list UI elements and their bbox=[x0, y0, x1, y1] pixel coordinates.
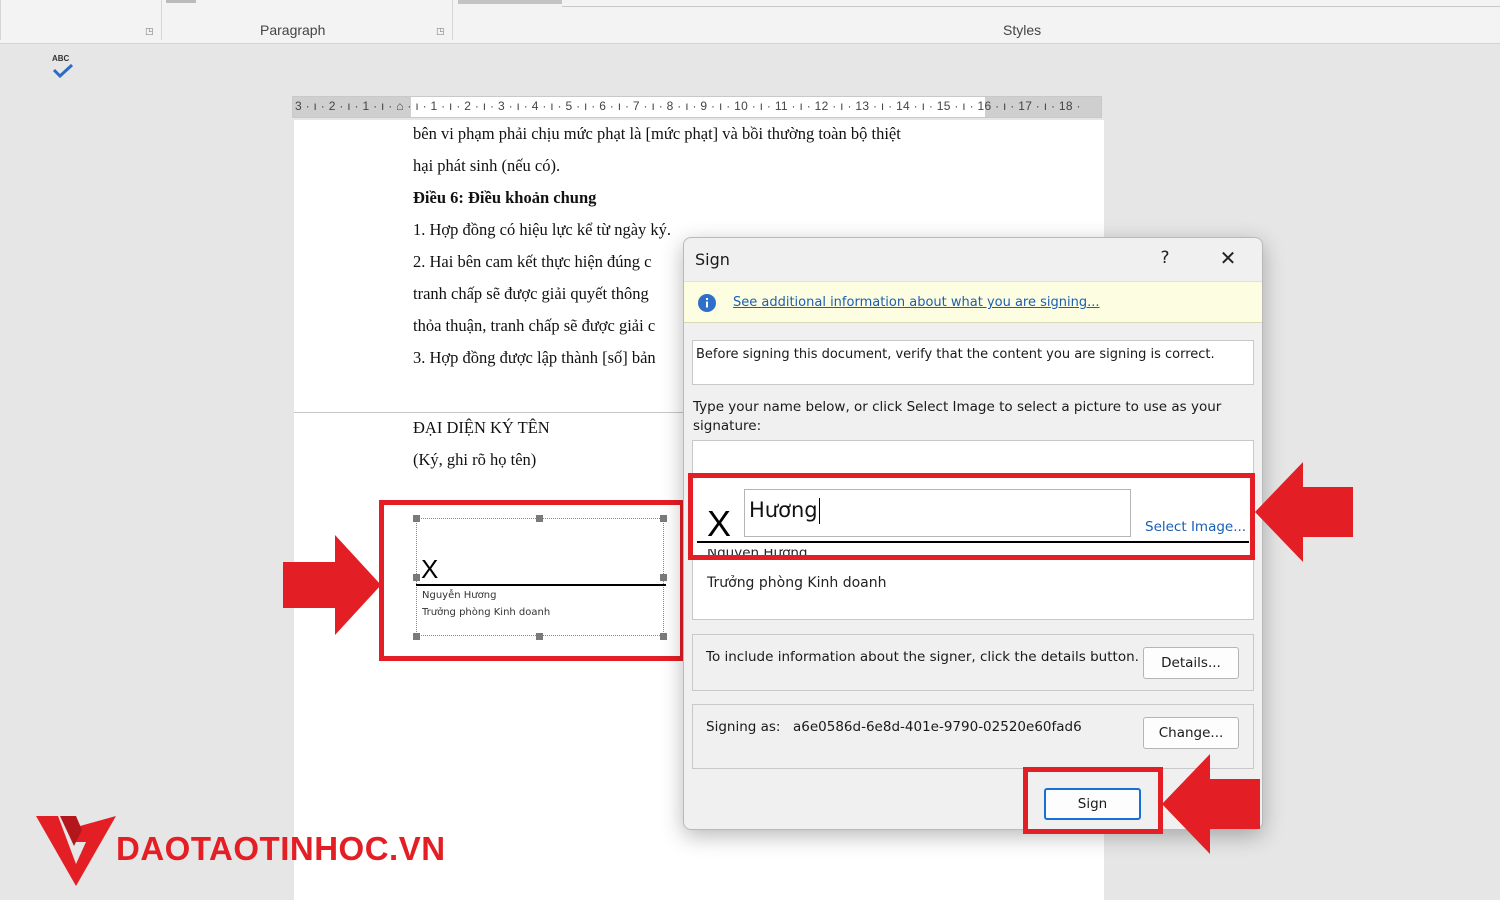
signing-as-id: a6e0586d-6e8d-401e-9790-02520e60fad6 bbox=[793, 719, 1082, 735]
highlight-box-sign-button bbox=[1023, 767, 1163, 834]
help-icon[interactable]: ? bbox=[1154, 248, 1176, 270]
styles-gallery-stub[interactable] bbox=[458, 0, 562, 4]
font-dialog-launcher-icon[interactable]: ◳ bbox=[145, 27, 154, 37]
representative-note: (Ký, ghi rõ họ tên) bbox=[413, 450, 537, 469]
signature-instructions: Type your name below, or click Select Im… bbox=[693, 399, 1222, 434]
ribbon-separator bbox=[0, 0, 1, 40]
paragraph-dialog-launcher-icon[interactable]: ◳ bbox=[436, 27, 445, 37]
spelling-abc-label: ABC bbox=[52, 54, 70, 63]
doc-line: 2. Hai bên cam kết thực hiện đúng c bbox=[413, 252, 652, 271]
info-icon bbox=[698, 294, 716, 312]
signer-details-group: To include information about the signer,… bbox=[692, 634, 1254, 691]
details-instructions: To include information about the signer,… bbox=[706, 649, 1139, 665]
styles-gallery-border bbox=[562, 6, 1500, 7]
doc-line: bên vi phạm phải chịu mức phạt là [mức p… bbox=[413, 124, 901, 143]
styles-group-label: Styles bbox=[1003, 22, 1042, 38]
logo-text: DAOTAOTINHOC.VN bbox=[116, 830, 446, 867]
doc-line: tranh chấp sẽ được giải quyết thông bbox=[413, 284, 649, 303]
signer-title: Trưởng phòng Kinh doanh bbox=[707, 575, 887, 591]
highlight-box-name-input bbox=[688, 473, 1255, 560]
dialog-title: Sign bbox=[695, 250, 730, 269]
doc-heading: Điều 6: Điều khoản chung bbox=[413, 188, 597, 207]
verify-message: Before signing this document, verify tha… bbox=[696, 347, 1215, 362]
right-arrow-icon bbox=[283, 535, 381, 635]
spelling-check-icon[interactable]: ABC bbox=[52, 54, 74, 80]
doc-line: 3. Hợp đồng được lập thành [số] bản bbox=[413, 348, 656, 367]
change-button[interactable]: Change... bbox=[1143, 717, 1239, 749]
signing-as-label: Signing as: bbox=[706, 719, 781, 735]
ribbon: ◳ Paragraph ◳ Styles bbox=[0, 0, 1500, 44]
ribbon-control-stub bbox=[166, 0, 196, 3]
additional-info-link[interactable]: See additional information about what yo… bbox=[733, 295, 1100, 310]
info-bar: See additional information about what yo… bbox=[684, 281, 1262, 323]
left-arrow-icon bbox=[1255, 462, 1353, 562]
ribbon-separator bbox=[161, 0, 162, 40]
doc-line: hại phát sinh (nếu có). bbox=[413, 156, 561, 175]
details-button[interactable]: Details... bbox=[1143, 647, 1239, 679]
highlight-box-signature-line bbox=[379, 500, 685, 661]
representative-heading: ĐẠI DIỆN KÝ TÊN bbox=[413, 418, 550, 437]
logo-mark-icon bbox=[36, 816, 116, 886]
doc-line: 1. Hợp đồng có hiệu lực kể từ ngày ký. bbox=[413, 220, 672, 239]
ruler-ticks: 3 · ı · 2 · ı · 1 · ı · ⌂ · ı · 1 · ı · … bbox=[295, 99, 1081, 113]
horizontal-ruler[interactable]: 3 · ı · 2 · ı · 1 · ı · ⌂ · ı · 1 · ı · … bbox=[292, 96, 1102, 118]
doc-line: thỏa thuận, tranh chấp sẽ được giải c bbox=[413, 316, 656, 335]
ribbon-separator bbox=[452, 0, 453, 40]
paragraph-group-label: Paragraph bbox=[260, 22, 326, 38]
checkmark-icon bbox=[52, 63, 74, 79]
brand-logo: DAOTAOTINHOC.VN bbox=[36, 812, 496, 892]
verify-message-box: Before signing this document, verify tha… bbox=[692, 340, 1254, 385]
close-icon[interactable]: ✕ bbox=[1216, 246, 1240, 270]
left-arrow-icon bbox=[1162, 754, 1260, 854]
